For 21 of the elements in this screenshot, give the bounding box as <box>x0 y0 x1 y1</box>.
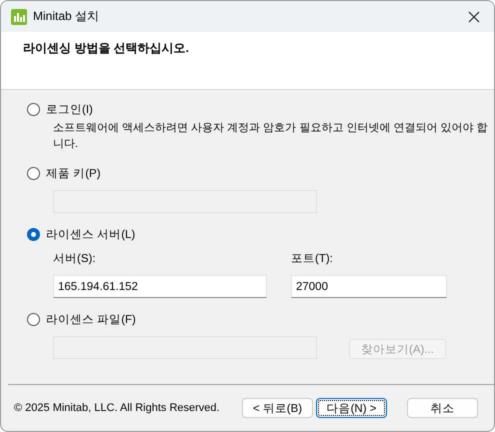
bar-chart-icon <box>11 8 27 24</box>
footer-button[interactable]: < 뒤로(B) <box>242 398 313 418</box>
field-label: 포트(T): <box>291 252 334 265</box>
window-title: Minitab 설치 <box>33 8 100 25</box>
radio-button[interactable] <box>27 102 40 116</box>
radio-button[interactable] <box>27 166 40 180</box>
option-label[interactable]: 라이센스 서버(L) <box>46 226 136 242</box>
option-label[interactable]: 로그인(I) <box>46 102 93 116</box>
footer-button[interactable]: 취소 <box>407 398 478 418</box>
footer-button[interactable]: 다음(N) > <box>316 398 387 418</box>
option-label[interactable]: 라이센스 파일(F) <box>46 312 136 326</box>
option-description: 소프트웨어에 액세스하려면 사용자 계정과 암호가 필요하고 인터넷에 연결되어 있어야 합니다. <box>53 121 489 152</box>
radio-button[interactable] <box>27 228 40 240</box>
text-field[interactable]: 27000 <box>291 275 447 298</box>
copyright-text: © 2025 Minitab, LLC. All Rights Reserved. <box>14 402 221 414</box>
field-label: 서버(S): <box>53 252 97 265</box>
text-field[interactable]: 165.194.61.152 <box>53 275 267 298</box>
radio-button[interactable] <box>27 312 40 326</box>
close-icon <box>468 10 480 22</box>
option-label[interactable]: 제품 키(P) <box>46 166 101 180</box>
page-heading: 라이센싱 방법을 선택하십시오. <box>23 40 190 57</box>
